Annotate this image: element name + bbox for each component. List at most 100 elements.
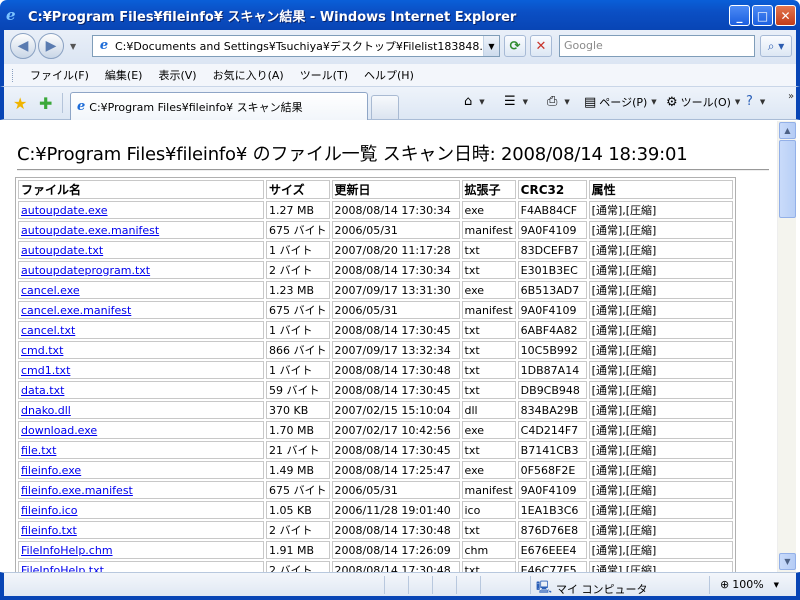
tab-active[interactable]: e C:¥Program Files¥fileinfo¥ スキャン結果 xyxy=(70,92,368,120)
tools-menu-button[interactable]: ⚙ ツール(O) ▼ xyxy=(666,94,740,110)
menu-view[interactable]: 表示(V) xyxy=(150,67,204,83)
address-url[interactable]: C:¥Documents and Settings¥Tsuchiya¥デスクトッ… xyxy=(115,38,483,54)
cell-size: 1 バイト xyxy=(266,361,330,379)
file-link[interactable]: autoupdateprogram.txt xyxy=(21,264,150,277)
chevron-more-icon[interactable]: » xyxy=(788,91,794,102)
cell-attributes: [通常],[圧縮] xyxy=(588,441,733,459)
menu-tools[interactable]: ツール(T) xyxy=(292,67,356,83)
menu-edit[interactable]: 編集(E) xyxy=(97,67,151,83)
file-link[interactable]: fileinfo.exe xyxy=(21,464,81,477)
file-link[interactable]: fileinfo.ico xyxy=(21,504,78,517)
cell-attributes: [通常],[圧縮] xyxy=(588,201,733,219)
page-menu-button[interactable]: ▤ ページ(P) ▼ xyxy=(584,94,657,110)
vertical-scrollbar[interactable]: ▲ ▼ xyxy=(777,121,796,572)
column-header-attributes: 属性 xyxy=(588,180,733,199)
window-controls: _ □ ✕ xyxy=(729,5,796,26)
cell-extension: manifest xyxy=(461,221,516,239)
cell-crc32: 1DB87A14 xyxy=(517,361,587,379)
scroll-up-arrow-icon: ▲ xyxy=(784,126,791,135)
address-bar[interactable]: e C:¥Documents and Settings¥Tsuchiya¥デスク… xyxy=(92,35,500,57)
table-row: cancel.txt 1 バイト 2008/08/14 17:30:45 txt 6AB… xyxy=(18,321,733,339)
file-link[interactable]: autoupdate.txt xyxy=(21,244,103,257)
file-link[interactable]: dnako.dll xyxy=(21,404,71,417)
home-button[interactable]: ⌂ ▼ xyxy=(464,94,485,109)
status-divider xyxy=(456,576,457,594)
cell-extension: chm xyxy=(461,541,516,559)
file-table: ファイル名 サイズ 更新日 拡張子 CRC32 属性 autoupdate.ex… xyxy=(15,177,736,572)
toolbar-grip[interactable] xyxy=(12,69,15,82)
cell-size: 2 バイト xyxy=(266,561,330,572)
menu-favorites[interactable]: お気に入り(A) xyxy=(205,67,292,83)
cell-size: 675 バイト xyxy=(266,481,330,499)
recent-pages-dropdown-icon[interactable]: ▼ xyxy=(70,42,76,51)
file-link[interactable]: autoupdate.exe.manifest xyxy=(21,224,159,237)
security-zone[interactable]: 🖳 マイ コンピュータ xyxy=(536,578,648,599)
address-dropdown-icon[interactable]: ▼ xyxy=(483,36,499,56)
cell-attributes: [通常],[圧縮] xyxy=(588,241,733,259)
cell-crc32: 9A0F4109 xyxy=(517,301,587,319)
cell-modified: 2007/08/20 11:17:28 xyxy=(331,241,460,259)
print-button[interactable]: ⎙ ▼ xyxy=(547,94,570,109)
printer-icon: ⎙ xyxy=(547,94,558,109)
favorites-center-star-icon[interactable]: ★ xyxy=(13,94,27,113)
file-link[interactable]: cmd1.txt xyxy=(21,364,70,377)
file-link[interactable]: cancel.txt xyxy=(21,324,75,337)
feeds-dropdown-icon[interactable]: ▼ xyxy=(523,98,528,106)
file-link[interactable]: fileinfo.exe.manifest xyxy=(21,484,133,497)
file-link[interactable]: FileInfoHelp.chm xyxy=(21,544,113,557)
table-row: data.txt 59 バイト 2008/08/14 17:30:45 txt DB9C… xyxy=(18,381,733,399)
cell-attributes: [通常],[圧縮] xyxy=(588,321,733,339)
zoom-dropdown-icon[interactable]: ▼ xyxy=(774,581,779,589)
cell-crc32: E301B3EC xyxy=(517,261,587,279)
cell-crc32: DB9CB948 xyxy=(517,381,587,399)
cell-modified: 2006/05/31 xyxy=(331,301,460,319)
file-link[interactable]: autoupdate.exe xyxy=(21,204,108,217)
cell-crc32: B7141CB3 xyxy=(517,441,587,459)
cell-filename: FileInfoHelp.chm xyxy=(18,541,264,559)
scroll-down-button[interactable]: ▼ xyxy=(779,553,796,570)
file-link[interactable]: cancel.exe.manifest xyxy=(21,304,131,317)
menu-help[interactable]: ヘルプ(H) xyxy=(356,67,422,83)
back-button[interactable]: ◀ xyxy=(10,33,36,59)
file-link[interactable]: download.exe xyxy=(21,424,97,437)
help-button[interactable]: ? ▼ xyxy=(746,94,765,109)
file-link[interactable]: data.txt xyxy=(21,384,64,397)
cell-attributes: [通常],[圧縮] xyxy=(588,281,733,299)
search-input[interactable]: Google xyxy=(559,35,755,57)
feeds-button[interactable]: ☰ ▼ xyxy=(504,94,528,109)
cell-crc32: E676EEE4 xyxy=(517,541,587,559)
menu-file[interactable]: ファイル(F) xyxy=(22,67,97,83)
cell-modified: 2008/08/14 17:30:48 xyxy=(331,561,460,572)
file-link[interactable]: FileInfoHelp.txt xyxy=(21,564,104,573)
minimize-button[interactable]: _ xyxy=(729,5,750,26)
search-button[interactable]: ⌕ ▾ xyxy=(760,35,792,57)
file-link[interactable]: file.txt xyxy=(21,444,56,457)
file-link[interactable]: fileinfo.txt xyxy=(21,524,77,537)
cell-extension: exe xyxy=(461,281,516,299)
cell-extension: exe xyxy=(461,421,516,439)
maximize-button[interactable]: □ xyxy=(752,5,773,26)
print-dropdown-icon[interactable]: ▼ xyxy=(564,98,569,106)
zoom-control[interactable]: ⊕ 100% ▼ xyxy=(720,578,779,591)
refresh-button[interactable]: ⟳ xyxy=(504,35,526,57)
cell-modified: 2008/08/14 17:26:09 xyxy=(331,541,460,559)
help-dropdown-icon: ▼ xyxy=(759,97,766,106)
cell-extension: manifest xyxy=(461,301,516,319)
new-tab-button[interactable] xyxy=(371,95,399,119)
add-favorite-star-icon[interactable]: ✚ xyxy=(39,94,52,113)
close-button[interactable]: ✕ xyxy=(775,5,796,26)
cell-filename: cancel.txt xyxy=(18,321,264,339)
home-dropdown-icon[interactable]: ▼ xyxy=(479,98,484,106)
forward-button[interactable]: ▶ xyxy=(38,33,64,59)
scroll-up-button[interactable]: ▲ xyxy=(779,122,796,139)
cell-modified: 2008/08/14 17:30:45 xyxy=(331,381,460,399)
scroll-thumb[interactable] xyxy=(779,140,796,218)
cell-size: 1.91 MB xyxy=(266,541,330,559)
file-link[interactable]: cmd.txt xyxy=(21,344,63,357)
cell-crc32: E46C77F5 xyxy=(517,561,587,572)
stop-button[interactable]: ✕ xyxy=(530,35,552,57)
title-bar[interactable]: e C:¥Program Files¥fileinfo¥ スキャン結果 - Wi… xyxy=(0,0,800,30)
file-link[interactable]: cancel.exe xyxy=(21,284,80,297)
cell-filename: FileInfoHelp.txt xyxy=(18,561,264,572)
zoom-level: 100% xyxy=(732,578,764,591)
